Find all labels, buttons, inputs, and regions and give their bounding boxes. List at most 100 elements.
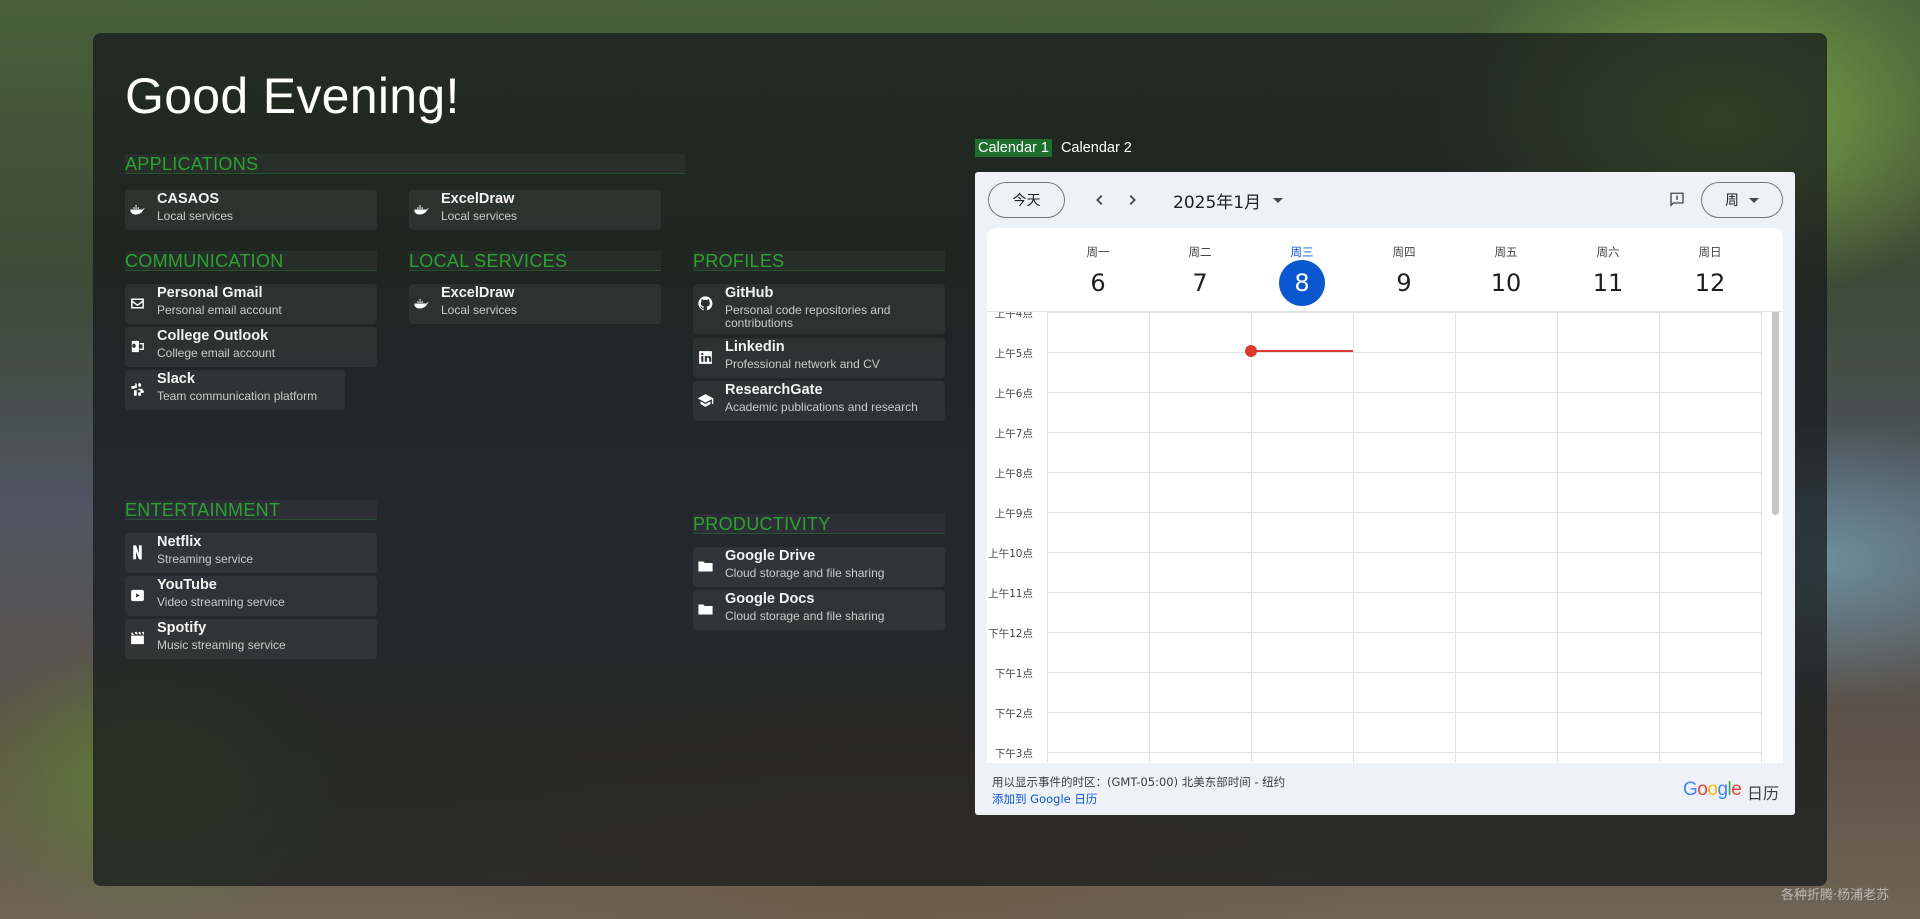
item-description: Personal email account bbox=[157, 303, 282, 317]
time-label: 下午2点 bbox=[994, 708, 1033, 720]
month-picker[interactable]: 2025年1月 bbox=[1173, 188, 1284, 213]
docker-icon bbox=[127, 199, 147, 219]
profile-item-github[interactable]: GitHub Personal code repositories and co… bbox=[693, 284, 945, 334]
section-title-entertainment: ENTERTAINMENT bbox=[125, 500, 377, 520]
chevron-left-icon bbox=[1096, 195, 1103, 205]
item-name: Netflix bbox=[157, 534, 202, 550]
item-name: GitHub bbox=[725, 285, 774, 301]
section-productivity: PRODUCTIVITY Google Drive Cloud storage … bbox=[693, 514, 945, 630]
item-name: YouTube bbox=[157, 577, 217, 593]
item-description: Team communication platform bbox=[157, 389, 318, 403]
view-selector[interactable]: 周 bbox=[1701, 182, 1783, 218]
current-time-dot bbox=[1245, 345, 1257, 357]
comm-item-college-outlook[interactable]: College Outlook College email account bbox=[125, 327, 377, 367]
app-item-casaos[interactable]: CASAOS Local services bbox=[125, 190, 377, 230]
hour-gridline bbox=[1047, 752, 1761, 753]
linkedin-icon bbox=[695, 347, 715, 367]
section-entertainment: ENTERTAINMENT Netflix Streaming service … bbox=[125, 500, 377, 659]
docker-icon bbox=[411, 199, 431, 219]
comm-item-personal-gmail[interactable]: Personal Gmail Personal email account bbox=[125, 284, 377, 324]
item-description: Streaming service bbox=[157, 552, 254, 566]
google-logo-letter: o bbox=[1707, 779, 1718, 800]
item-description: Cloud storage and file sharing bbox=[725, 609, 885, 623]
section-applications: APPLICATIONS CASAOS Local services Excel… bbox=[125, 154, 685, 230]
day-column-divider bbox=[1251, 312, 1252, 763]
item-description: Music streaming service bbox=[157, 638, 286, 652]
day-number[interactable]: 10 bbox=[1483, 260, 1529, 306]
time-label: 下午1点 bbox=[994, 668, 1033, 680]
time-label: 上午5点 bbox=[994, 348, 1033, 360]
item-description: College email account bbox=[157, 346, 276, 360]
day-of-week-label: 周日 bbox=[1698, 245, 1722, 259]
day-header: 周三 8 bbox=[1251, 228, 1353, 312]
hour-gridline bbox=[1047, 592, 1761, 593]
section-communication: COMMUNICATION Personal Gmail Personal em… bbox=[125, 251, 377, 410]
profile-item-researchgate[interactable]: ResearchGate Academic publications and r… bbox=[693, 381, 945, 421]
day-number[interactable]: 11 bbox=[1585, 260, 1631, 306]
item-description: Personal code repositories and contribut… bbox=[725, 303, 891, 330]
local-item-exceldraw[interactable]: ExcelDraw Local services bbox=[409, 284, 661, 324]
hour-gridline bbox=[1047, 632, 1761, 633]
comm-item-slack[interactable]: Slack Team communication platform bbox=[125, 370, 345, 410]
add-to-google-calendar-link[interactable]: 添加到 Google 日历 bbox=[992, 791, 1097, 807]
day-column-divider bbox=[1455, 312, 1456, 763]
day-headers: 周一 6 周二 7 周三 8 周四 9 周五 10 周六 11 周日 12 bbox=[987, 228, 1783, 312]
today-button[interactable]: 今天 bbox=[988, 182, 1065, 218]
app-item-exceldraw[interactable]: ExcelDraw Local services bbox=[409, 190, 661, 230]
prod-item-google-drive[interactable]: Google Drive Cloud storage and file shar… bbox=[693, 547, 945, 587]
google-logo-letter: e bbox=[1731, 779, 1742, 800]
prod-item-google-docs[interactable]: Google Docs Cloud storage and file shari… bbox=[693, 590, 945, 630]
time-label: 上午8点 bbox=[994, 468, 1033, 480]
timezone-note: 用以显示事件的时区：(GMT-05:00) 北美东部时间 - 纽约 bbox=[992, 775, 1286, 789]
section-local-services: LOCAL SERVICES ExcelDraw Local services bbox=[409, 251, 661, 324]
day-column-divider bbox=[1353, 312, 1354, 763]
day-header: 周四 9 bbox=[1353, 228, 1455, 312]
item-description: Academic publications and research bbox=[725, 400, 918, 414]
time-label: 上午10点 bbox=[988, 548, 1033, 560]
item-name: Linkedin bbox=[725, 339, 785, 355]
week-view: 周一 6 周二 7 周三 8 周四 9 周五 10 周六 11 周日 12 上午4点 上午5点 上午6点 上午7… bbox=[987, 228, 1783, 763]
item-name: Personal Gmail bbox=[157, 285, 263, 301]
section-profiles: PROFILES GitHub Personal code repositori… bbox=[693, 251, 945, 421]
item-name: Google Docs bbox=[725, 591, 815, 607]
ent-item-spotify[interactable]: Spotify Music streaming service bbox=[125, 619, 377, 659]
item-description: Local services bbox=[157, 209, 234, 223]
prev-week-button[interactable] bbox=[1088, 188, 1112, 212]
current-time-line bbox=[1251, 350, 1353, 352]
tab-calendar-1[interactable]: Calendar 1 bbox=[975, 139, 1052, 157]
day-of-week-label: 周五 bbox=[1494, 245, 1518, 259]
time-label: 下午3点 bbox=[994, 748, 1033, 760]
ent-item-netflix[interactable]: Netflix Streaming service bbox=[125, 533, 377, 573]
tab-calendar-2[interactable]: Calendar 2 bbox=[1058, 139, 1135, 157]
calendar-scrollbar[interactable] bbox=[1772, 310, 1779, 515]
day-number[interactable]: 8 bbox=[1279, 260, 1325, 306]
day-number[interactable]: 9 bbox=[1381, 260, 1427, 306]
google-calendar-label: 日历 bbox=[1747, 784, 1780, 803]
hour-gridline bbox=[1047, 712, 1761, 713]
day-column-divider bbox=[1761, 312, 1762, 763]
item-description: Video streaming service bbox=[157, 595, 285, 609]
profile-item-linkedin[interactable]: Linkedin Professional network and CV bbox=[693, 338, 945, 378]
caret-down-icon bbox=[1749, 197, 1759, 203]
youtube-icon bbox=[127, 585, 147, 605]
section-title-profiles: PROFILES bbox=[693, 251, 945, 271]
time-grid[interactable]: 上午4点 上午5点 上午6点 上午7点 上午8点 上午9点 上午10点 上午11点 下午12点下… bbox=[987, 312, 1783, 763]
ent-item-youtube[interactable]: YouTube Video streaming service bbox=[125, 576, 377, 616]
google-logo-letter: G bbox=[1683, 779, 1698, 800]
section-title-productivity: PRODUCTIVITY bbox=[693, 514, 945, 534]
day-number[interactable]: 7 bbox=[1177, 260, 1223, 306]
github-icon bbox=[695, 293, 715, 313]
google-logo: Google bbox=[1683, 779, 1742, 801]
caret-down-icon bbox=[1273, 198, 1284, 203]
day-number[interactable]: 12 bbox=[1687, 260, 1733, 306]
feedback-button[interactable] bbox=[1665, 188, 1689, 212]
hour-gridline bbox=[1047, 312, 1761, 313]
next-week-button[interactable] bbox=[1120, 188, 1144, 212]
feedback-icon bbox=[1670, 192, 1684, 207]
item-name: College Outlook bbox=[157, 328, 269, 344]
time-label: 上午4点 bbox=[994, 312, 1033, 320]
month-label: 2025年1月 bbox=[1173, 193, 1262, 213]
folder-icon bbox=[695, 599, 715, 619]
day-number[interactable]: 6 bbox=[1075, 260, 1121, 306]
chevron-right-icon bbox=[1129, 195, 1136, 205]
